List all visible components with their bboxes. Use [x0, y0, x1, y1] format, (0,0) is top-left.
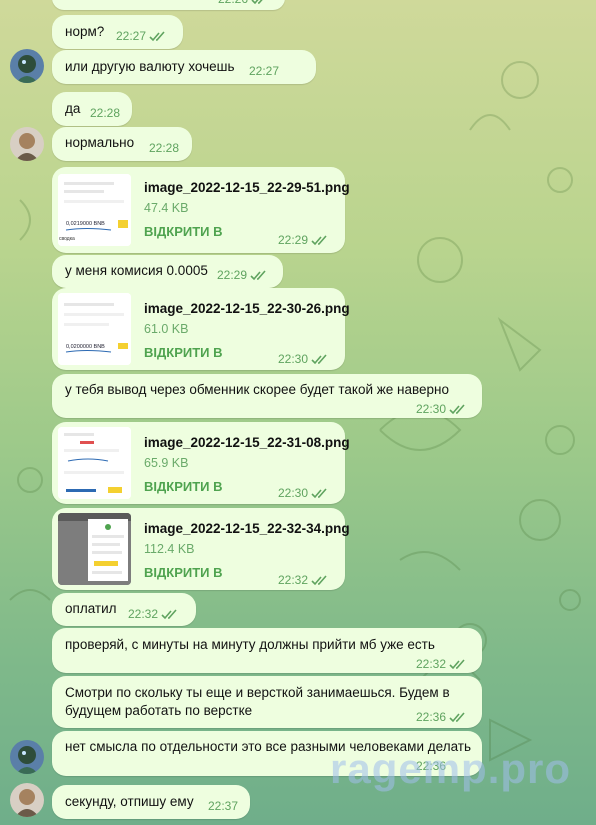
- message-bubble[interactable]: секунду, отпишу ему 22:37: [52, 785, 250, 819]
- open-with-button[interactable]: ВІДКРИТИ В: [144, 223, 223, 241]
- avatar[interactable]: [10, 783, 44, 817]
- message-time: 22:27: [249, 64, 280, 78]
- watermark: ragemp.pro: [330, 745, 572, 792]
- message-meta: 22:30: [278, 350, 329, 368]
- message-bubble[interactable]: у меня комисия 0.0005 22:29: [52, 255, 283, 288]
- message-meta: 22:28: [90, 104, 120, 122]
- avatar-image: [10, 49, 44, 83]
- double-check-icon: [251, 0, 263, 4]
- message-text: будущем работать по верстке: [65, 703, 253, 718]
- message-meta: 22:27: [116, 27, 167, 45]
- double-check-icon: [311, 353, 327, 364]
- double-check-icon: [449, 711, 465, 722]
- message-bubble[interactable]: нормально 22:28: [52, 127, 192, 161]
- double-check-icon: [149, 30, 165, 41]
- message-meta: 22:32: [416, 655, 467, 673]
- message-text: Смотри по скольку ты еще и версткой зани…: [65, 685, 450, 700]
- open-with-button[interactable]: ВІДКРИТИ В: [144, 478, 223, 496]
- message-bubble[interactable]: у тебя вывод через обменник скорее будет…: [52, 374, 482, 418]
- double-check-icon: [449, 403, 465, 414]
- file-name: image_2022-12-15_22-30-26.png: [144, 301, 350, 316]
- avatar-image: [10, 740, 44, 774]
- avatar-image: [10, 127, 44, 161]
- avatar-image: [10, 783, 44, 817]
- message-bubble[interactable]: проверяй, с минуты на минуту должны прий…: [52, 628, 482, 673]
- message-time: 22:29: [217, 268, 248, 282]
- message-time: 22:28: [149, 141, 180, 155]
- message-text: у тебя вывод через обменник скорее будет…: [65, 382, 450, 397]
- message-bubble[interactable]: оплатил 22:32: [52, 593, 196, 626]
- message-text: секунду, отпишу ему: [65, 794, 194, 809]
- file-name: image_2022-12-15_22-32-34.png: [144, 521, 350, 536]
- message-meta: 22:28: [149, 139, 179, 157]
- file-thumbnail[interactable]: [58, 513, 131, 585]
- message-time: 22:32: [128, 607, 159, 621]
- message-meta: 22:30: [278, 484, 329, 502]
- message-meta: 22:37: [208, 797, 238, 815]
- thumb-caption: сводка: [59, 236, 75, 242]
- avatar[interactable]: [10, 49, 44, 83]
- open-with-button[interactable]: ВІДКРИТИ В: [144, 344, 223, 362]
- file-name: image_2022-12-15_22-29-51.png: [144, 180, 350, 195]
- file-size: 47.4 KB: [144, 201, 189, 215]
- avatar[interactable]: [10, 127, 44, 161]
- message-bubble[interactable]: или другую валюту хочешь 22:27: [52, 50, 316, 84]
- message-meta: 22:32: [278, 571, 329, 589]
- double-check-icon: [311, 574, 327, 585]
- file-message[interactable]: 0,0219000 BNB image_2022-12-15_22-29-51.…: [52, 167, 350, 253]
- double-check-icon: [311, 487, 327, 498]
- thumb-amount: 0,0200000 BNB: [66, 344, 105, 350]
- message-time: 22:29: [278, 233, 309, 247]
- message-text: оплатил: [65, 601, 117, 616]
- double-check-icon: [449, 658, 465, 669]
- message-time: 22:32: [278, 573, 309, 587]
- message-bubble[interactable]: норм? 22:27: [52, 15, 183, 49]
- file-size: 65.9 KB: [144, 456, 189, 470]
- message-meta: 22:30: [416, 400, 467, 418]
- message-text: проверяй, с минуты на минуту должны прий…: [65, 637, 435, 652]
- message-time: 22:28: [90, 106, 121, 120]
- file-thumbnail[interactable]: 0,0200000 BNB: [58, 293, 131, 365]
- message-time: 22:30: [416, 402, 447, 416]
- message-text: или другую валюту хочешь: [65, 59, 235, 74]
- double-check-icon: [161, 608, 177, 619]
- message-text: норм?: [65, 24, 105, 39]
- double-check-icon: [311, 234, 327, 245]
- message-time: 22:36: [416, 710, 447, 724]
- message-bubble[interactable]: 22:26: [52, 0, 285, 10]
- message-time: 22:32: [416, 657, 447, 671]
- message-meta: 22:36: [416, 708, 467, 726]
- file-message[interactable]: image_2022-12-15_22-32-34.png 112.4 KB В…: [52, 508, 350, 590]
- open-with-button[interactable]: ВІДКРИТИ В: [144, 564, 223, 582]
- message-bubble[interactable]: Смотри по скольку ты еще и версткой зани…: [52, 676, 482, 728]
- message-time: 22:30: [278, 352, 309, 366]
- avatar[interactable]: [10, 740, 44, 774]
- file-name: image_2022-12-15_22-31-08.png: [144, 435, 350, 450]
- file-size: 61.0 KB: [144, 322, 189, 336]
- message-meta: 22:27: [249, 62, 279, 80]
- double-check-icon: [250, 269, 266, 280]
- message-bubble[interactable]: да 22:28: [52, 92, 132, 126]
- file-message[interactable]: image_2022-12-15_22-31-08.png 65.9 KB ВІ…: [52, 422, 350, 504]
- message-text: да: [65, 101, 81, 116]
- thumb-amount: 0,0219000 BNB: [66, 221, 105, 227]
- file-thumbnail[interactable]: [58, 427, 131, 499]
- message-text: у меня комисия 0.0005: [65, 263, 208, 278]
- message-time: 22:37: [208, 799, 239, 813]
- message-time: 22:30: [278, 486, 309, 500]
- message-text: нормально: [65, 135, 135, 150]
- file-message[interactable]: 0,0200000 BNB image_2022-12-15_22-30-26.…: [52, 288, 350, 370]
- message-time: 22:26: [218, 0, 248, 8]
- message-meta: 22:26: [218, 0, 269, 8]
- file-size: 112.4 KB: [144, 542, 195, 556]
- message-meta: 22:29: [217, 266, 268, 284]
- message-time: 22:27: [116, 29, 147, 43]
- message-meta: 22:32: [128, 605, 179, 623]
- message-meta: 22:29: [278, 231, 329, 249]
